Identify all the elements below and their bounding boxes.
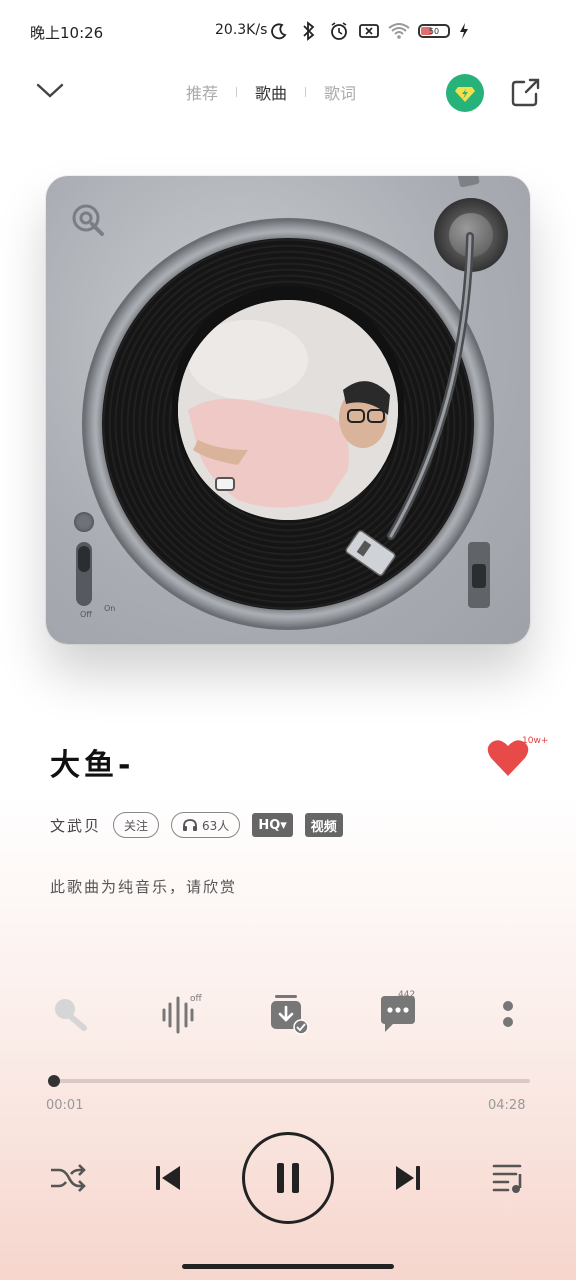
song-title: 大鱼- bbox=[50, 748, 135, 783]
pitch-slider[interactable] bbox=[468, 542, 490, 608]
collapse-button[interactable] bbox=[30, 74, 70, 108]
total-time: 04:28 bbox=[488, 1098, 526, 1113]
status-icons: 50 bbox=[268, 20, 470, 42]
playlist-icon bbox=[492, 1164, 522, 1193]
switch-off-label: Off bbox=[80, 610, 92, 619]
more-vertical-icon bbox=[503, 1001, 513, 1027]
download-button[interactable] bbox=[266, 992, 310, 1036]
divider bbox=[305, 87, 307, 97]
share-icon bbox=[511, 78, 540, 107]
alarm-icon bbox=[328, 20, 350, 42]
sound-effect-badge: off bbox=[190, 994, 202, 1004]
previous-icon bbox=[156, 1166, 180, 1190]
no-sim-icon bbox=[358, 20, 380, 42]
next-button[interactable] bbox=[388, 1158, 428, 1198]
song-description: 此歌曲为纯音乐，请欣赏 bbox=[50, 878, 238, 896]
karaoke-button[interactable] bbox=[48, 992, 92, 1036]
home-indicator[interactable] bbox=[182, 1264, 394, 1269]
video-button[interactable]: 视频 bbox=[304, 813, 343, 837]
listeners-pill[interactable]: 63人 bbox=[171, 812, 241, 838]
tonearm[interactable] bbox=[46, 176, 530, 644]
tab-bar: 推荐 歌曲 歌词 bbox=[186, 80, 356, 104]
comment-count: 442 bbox=[398, 990, 416, 1000]
turntable-player: Off On bbox=[46, 176, 530, 644]
shuffle-button[interactable] bbox=[48, 1158, 88, 1198]
network-speed: 20.3K/s bbox=[215, 22, 268, 38]
shuffle-icon bbox=[51, 1164, 86, 1192]
more-button[interactable] bbox=[486, 992, 530, 1036]
divider bbox=[236, 87, 238, 97]
wifi-icon bbox=[388, 20, 410, 42]
charging-icon bbox=[458, 20, 470, 42]
follow-button[interactable]: 关注 bbox=[113, 812, 160, 838]
tab-song[interactable]: 歌曲 bbox=[255, 80, 287, 104]
previous-button[interactable] bbox=[148, 1158, 188, 1198]
next-icon bbox=[396, 1166, 420, 1190]
comment-icon bbox=[381, 996, 415, 1032]
progress-thumb[interactable] bbox=[47, 1075, 60, 1087]
power-switch[interactable] bbox=[76, 542, 92, 606]
status-time: 晚上10:26 bbox=[30, 24, 104, 42]
like-count: 10w+ bbox=[522, 736, 549, 746]
battery-icon: 50 bbox=[418, 24, 450, 38]
speed-knob[interactable] bbox=[74, 512, 94, 532]
playlist-button[interactable] bbox=[490, 1158, 530, 1198]
current-time: 00:01 bbox=[46, 1098, 84, 1113]
download-icon bbox=[271, 995, 309, 1035]
pause-icon bbox=[277, 1163, 299, 1193]
progress-bar[interactable] bbox=[47, 1075, 530, 1087]
lightning-diamond-icon bbox=[455, 87, 475, 102]
listeners-count: 63人 bbox=[202, 818, 230, 833]
tab-recommend[interactable]: 推荐 bbox=[186, 80, 218, 104]
share-button[interactable] bbox=[506, 74, 544, 112]
artist-name[interactable]: 文武贝 bbox=[50, 815, 101, 836]
headphones-icon bbox=[183, 819, 198, 831]
pause-button[interactable] bbox=[242, 1132, 334, 1224]
chevron-down-icon bbox=[36, 83, 64, 98]
quality-button[interactable]: HQ▾ bbox=[252, 813, 293, 837]
switch-on-label: On bbox=[104, 604, 116, 613]
vip-boost-button[interactable] bbox=[446, 74, 484, 112]
follow-label: 关注 bbox=[124, 818, 149, 833]
moon-icon bbox=[268, 20, 290, 42]
song-meta-row: 文武贝 关注 63人 HQ▾ 视频 bbox=[50, 812, 343, 838]
tab-lyrics[interactable]: 歌词 bbox=[324, 80, 356, 104]
bluetooth-icon bbox=[298, 20, 320, 42]
microphone-icon bbox=[55, 999, 87, 1031]
status-bar: 晚上10:26 20.3K/s 50 bbox=[0, 0, 576, 66]
top-nav: 推荐 歌曲 歌词 bbox=[0, 66, 576, 116]
